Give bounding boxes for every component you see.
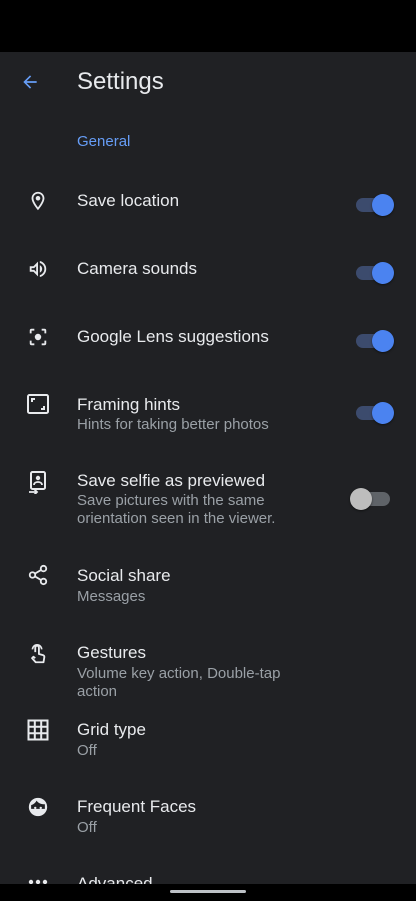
gesture-icon <box>24 640 52 668</box>
face-icon <box>24 793 52 821</box>
setting-frequent-faces[interactable]: Frequent Faces Off <box>0 788 416 848</box>
toggle-knob <box>372 330 394 352</box>
toggle-knob <box>372 402 394 424</box>
setting-label: Advanced <box>77 874 153 884</box>
setting-subtitle: Hints for taking better photos <box>77 416 269 433</box>
framing-hints-toggle[interactable] <box>356 402 394 424</box>
setting-subtitle: Off <box>77 742 97 759</box>
setting-label: Camera sounds <box>77 259 198 278</box>
page-title: Settings <box>77 68 164 95</box>
toggle-knob <box>372 194 394 216</box>
setting-grid-type[interactable]: Grid type Off <box>0 711 416 771</box>
setting-camera-sounds[interactable]: Camera sounds <box>0 250 416 302</box>
setting-label: Save location <box>77 191 180 210</box>
selfie-icon <box>24 468 52 496</box>
share-icon <box>24 561 52 589</box>
section-header-general: General <box>77 133 131 150</box>
back-button[interactable] <box>14 66 46 98</box>
grid-icon <box>24 716 52 744</box>
setting-advanced[interactable]: Advanced <box>0 865 416 884</box>
setting-save-location[interactable]: Save location <box>0 182 416 234</box>
setting-gestures[interactable]: Gestures Volume key action, Double-tap a… <box>0 634 416 700</box>
back-arrow-icon <box>23 75 37 89</box>
more-icon <box>24 865 52 884</box>
setting-label: Social share <box>77 566 171 585</box>
app-bar: Settings <box>0 52 416 112</box>
setting-subtitle: Save pictures with the same orientation … <box>77 492 276 527</box>
setting-social-share[interactable]: Social share Messages <box>0 557 416 617</box>
setting-label: Framing hints <box>77 395 180 414</box>
frame-icon <box>24 390 52 418</box>
setting-framing-hints[interactable]: Framing hints Hints for taking better ph… <box>0 386 416 446</box>
google-lens-icon <box>24 323 52 351</box>
setting-subtitle: Volume key action, Double-tap action <box>77 665 281 700</box>
save-selfie-toggle[interactable] <box>350 488 390 510</box>
setting-label: Gestures <box>77 643 146 662</box>
home-gesture-handle[interactable] <box>170 890 246 893</box>
setting-label: Frequent Faces <box>77 797 197 816</box>
speaker-icon <box>24 255 52 283</box>
camera-sounds-toggle[interactable] <box>356 262 394 284</box>
setting-google-lens[interactable]: Google Lens suggestions <box>0 318 416 370</box>
setting-label: Grid type <box>77 720 146 739</box>
setting-label: Save selfie as previewed <box>77 471 266 490</box>
toggle-knob <box>372 262 394 284</box>
setting-save-selfie[interactable]: Save selfie as previewed Save pictures w… <box>0 462 416 534</box>
toggle-knob <box>350 488 372 510</box>
location-pin-icon <box>24 187 52 215</box>
setting-label: Google Lens suggestions <box>77 327 269 346</box>
save-location-toggle[interactable] <box>356 194 394 216</box>
google-lens-toggle[interactable] <box>356 330 394 352</box>
status-bar <box>0 0 416 52</box>
setting-subtitle: Off <box>77 819 97 836</box>
setting-subtitle: Messages <box>77 588 146 605</box>
